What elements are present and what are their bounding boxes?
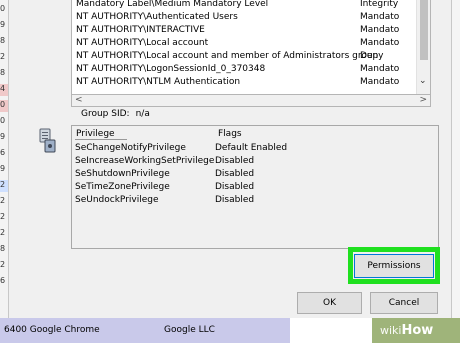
bg-digit: 2 <box>0 180 8 192</box>
privilege-flags: Disabled <box>215 182 255 192</box>
horizontal-scrollbar[interactable]: < > <box>71 95 431 107</box>
process-company: Google LLC <box>164 325 215 335</box>
bg-digit: 0 <box>0 4 6 13</box>
bg-digit: 8 <box>0 244 6 253</box>
cancel-button[interactable]: Cancel <box>370 292 438 314</box>
table-row[interactable]: SeTimeZonePrivilege Disabled <box>72 181 438 194</box>
privilege-flags: Disabled <box>215 195 255 205</box>
group-sid-label: Group SID: <box>81 109 130 119</box>
bg-digit: 6 <box>0 148 6 157</box>
privilege-name: SeShutdownPrivilege <box>75 169 170 179</box>
table-row[interactable]: SeShutdownPrivilege Disabled <box>72 168 438 181</box>
bg-digit: 8 <box>0 68 6 77</box>
watermark-wiki: wiki <box>380 324 402 337</box>
list-item[interactable]: Mandatory Label\Medium Mandatory Level I… <box>72 0 417 11</box>
bg-digit: 8 <box>0 36 6 45</box>
vertical-scrollbar[interactable]: ⌄ <box>416 0 430 94</box>
group-attribute: Mandato <box>360 12 400 22</box>
scroll-thumb[interactable] <box>420 0 428 60</box>
privileges-header: Privilege Flags <box>72 126 438 140</box>
chevron-down-icon[interactable]: ⌄ <box>419 76 427 86</box>
group-sid: Group SID: n/a <box>81 109 156 119</box>
group-name: NT AUTHORITY\Local account and member of… <box>76 51 379 61</box>
ok-button[interactable]: OK <box>297 292 362 314</box>
bg-digit: 2 <box>0 212 6 221</box>
bg-digit: 4 <box>0 84 8 96</box>
privilege-flags: Disabled <box>215 169 255 179</box>
group-attribute: Mandato <box>360 77 400 87</box>
list-item[interactable]: NT AUTHORITY\Local account Mandato <box>72 37 417 50</box>
bg-digit: 6 <box>0 276 6 285</box>
background-window-edge <box>452 0 460 318</box>
permissions-button[interactable]: Permissions <box>354 254 434 278</box>
privileges-list[interactable]: Privilege Flags SeChangeNotifyPrivilege … <box>71 125 439 249</box>
background-process-list-edge: 0 9 8 2 8 4 0 0 9 6 9 2 2 2 2 8 2 6 <box>0 0 8 343</box>
bg-digit: 2 <box>0 52 6 61</box>
watermark-how: How <box>401 323 434 338</box>
list-item[interactable]: NT AUTHORITY\NTLM Authentication Mandato <box>72 76 417 89</box>
bg-digit: 2 <box>0 228 6 237</box>
group-name: NT AUTHORITY\NTLM Authentication <box>76 77 241 87</box>
privilege-name: SeTimeZonePrivilege <box>75 182 170 192</box>
privileges-icon <box>39 128 56 153</box>
bg-digit: 9 <box>0 20 6 29</box>
list-item[interactable]: NT AUTHORITY\Local account and member of… <box>72 50 417 63</box>
group-name: NT AUTHORITY\Local account <box>76 38 209 48</box>
privilege-flags: Default Enabled <box>215 143 288 153</box>
security-properties-dialog: Mandatory Label\Medium Mandatory Level I… <box>8 0 452 318</box>
process-name: 6400 Google Chrome <box>4 325 100 335</box>
group-attribute: Mandato <box>360 25 400 35</box>
group-name: Mandatory Label\Medium Mandatory Level <box>76 0 269 9</box>
list-item[interactable]: NT AUTHORITY\INTERACTIVE Mandato <box>72 24 417 37</box>
groups-list[interactable]: Mandatory Label\Medium Mandatory Level I… <box>71 0 431 95</box>
column-header-flags[interactable]: Flags <box>218 129 242 139</box>
group-attribute: Mandato <box>360 38 400 48</box>
group-name: NT AUTHORITY\INTERACTIVE <box>76 25 205 35</box>
privilege-name: SeUndockPrivilege <box>75 195 159 205</box>
group-sid-value: n/a <box>135 109 150 119</box>
privilege-name: SeChangeNotifyPrivilege <box>75 143 186 153</box>
group-name: NT AUTHORITY\LogonSessionId_0_370348 <box>76 64 266 74</box>
scroll-left-icon[interactable]: < <box>75 95 83 105</box>
column-header-privilege[interactable]: Privilege <box>76 129 115 139</box>
bg-digit: 9 <box>0 164 6 173</box>
scroll-right-icon[interactable]: > <box>419 95 427 105</box>
header-divider <box>75 139 127 140</box>
privilege-flags: Disabled <box>215 156 255 166</box>
table-row[interactable]: SeIncreaseWorkingSetPrivilege Disabled <box>72 155 438 168</box>
group-name: NT AUTHORITY\Authenticated Users <box>76 12 238 22</box>
group-attribute: Deny <box>360 51 384 61</box>
bg-digit: 2 <box>0 196 6 205</box>
wikihow-watermark: wiki How <box>380 318 433 343</box>
group-attribute: Mandato <box>360 64 400 74</box>
bg-digit: 0 <box>0 116 6 125</box>
group-attribute: Integrity <box>360 0 399 9</box>
list-item[interactable]: NT AUTHORITY\LogonSessionId_0_370348 Man… <box>72 63 417 76</box>
table-row[interactable]: SeUndockPrivilege Disabled <box>72 194 438 207</box>
bg-digit: 2 <box>0 260 6 269</box>
bg-digit: 9 <box>0 132 6 141</box>
bg-digit: 0 <box>0 100 8 112</box>
table-row[interactable]: SeChangeNotifyPrivilege Default Enabled <box>72 142 438 155</box>
list-item[interactable]: NT AUTHORITY\Authenticated Users Mandato <box>72 11 417 24</box>
privilege-name: SeIncreaseWorkingSetPrivilege <box>75 156 215 166</box>
